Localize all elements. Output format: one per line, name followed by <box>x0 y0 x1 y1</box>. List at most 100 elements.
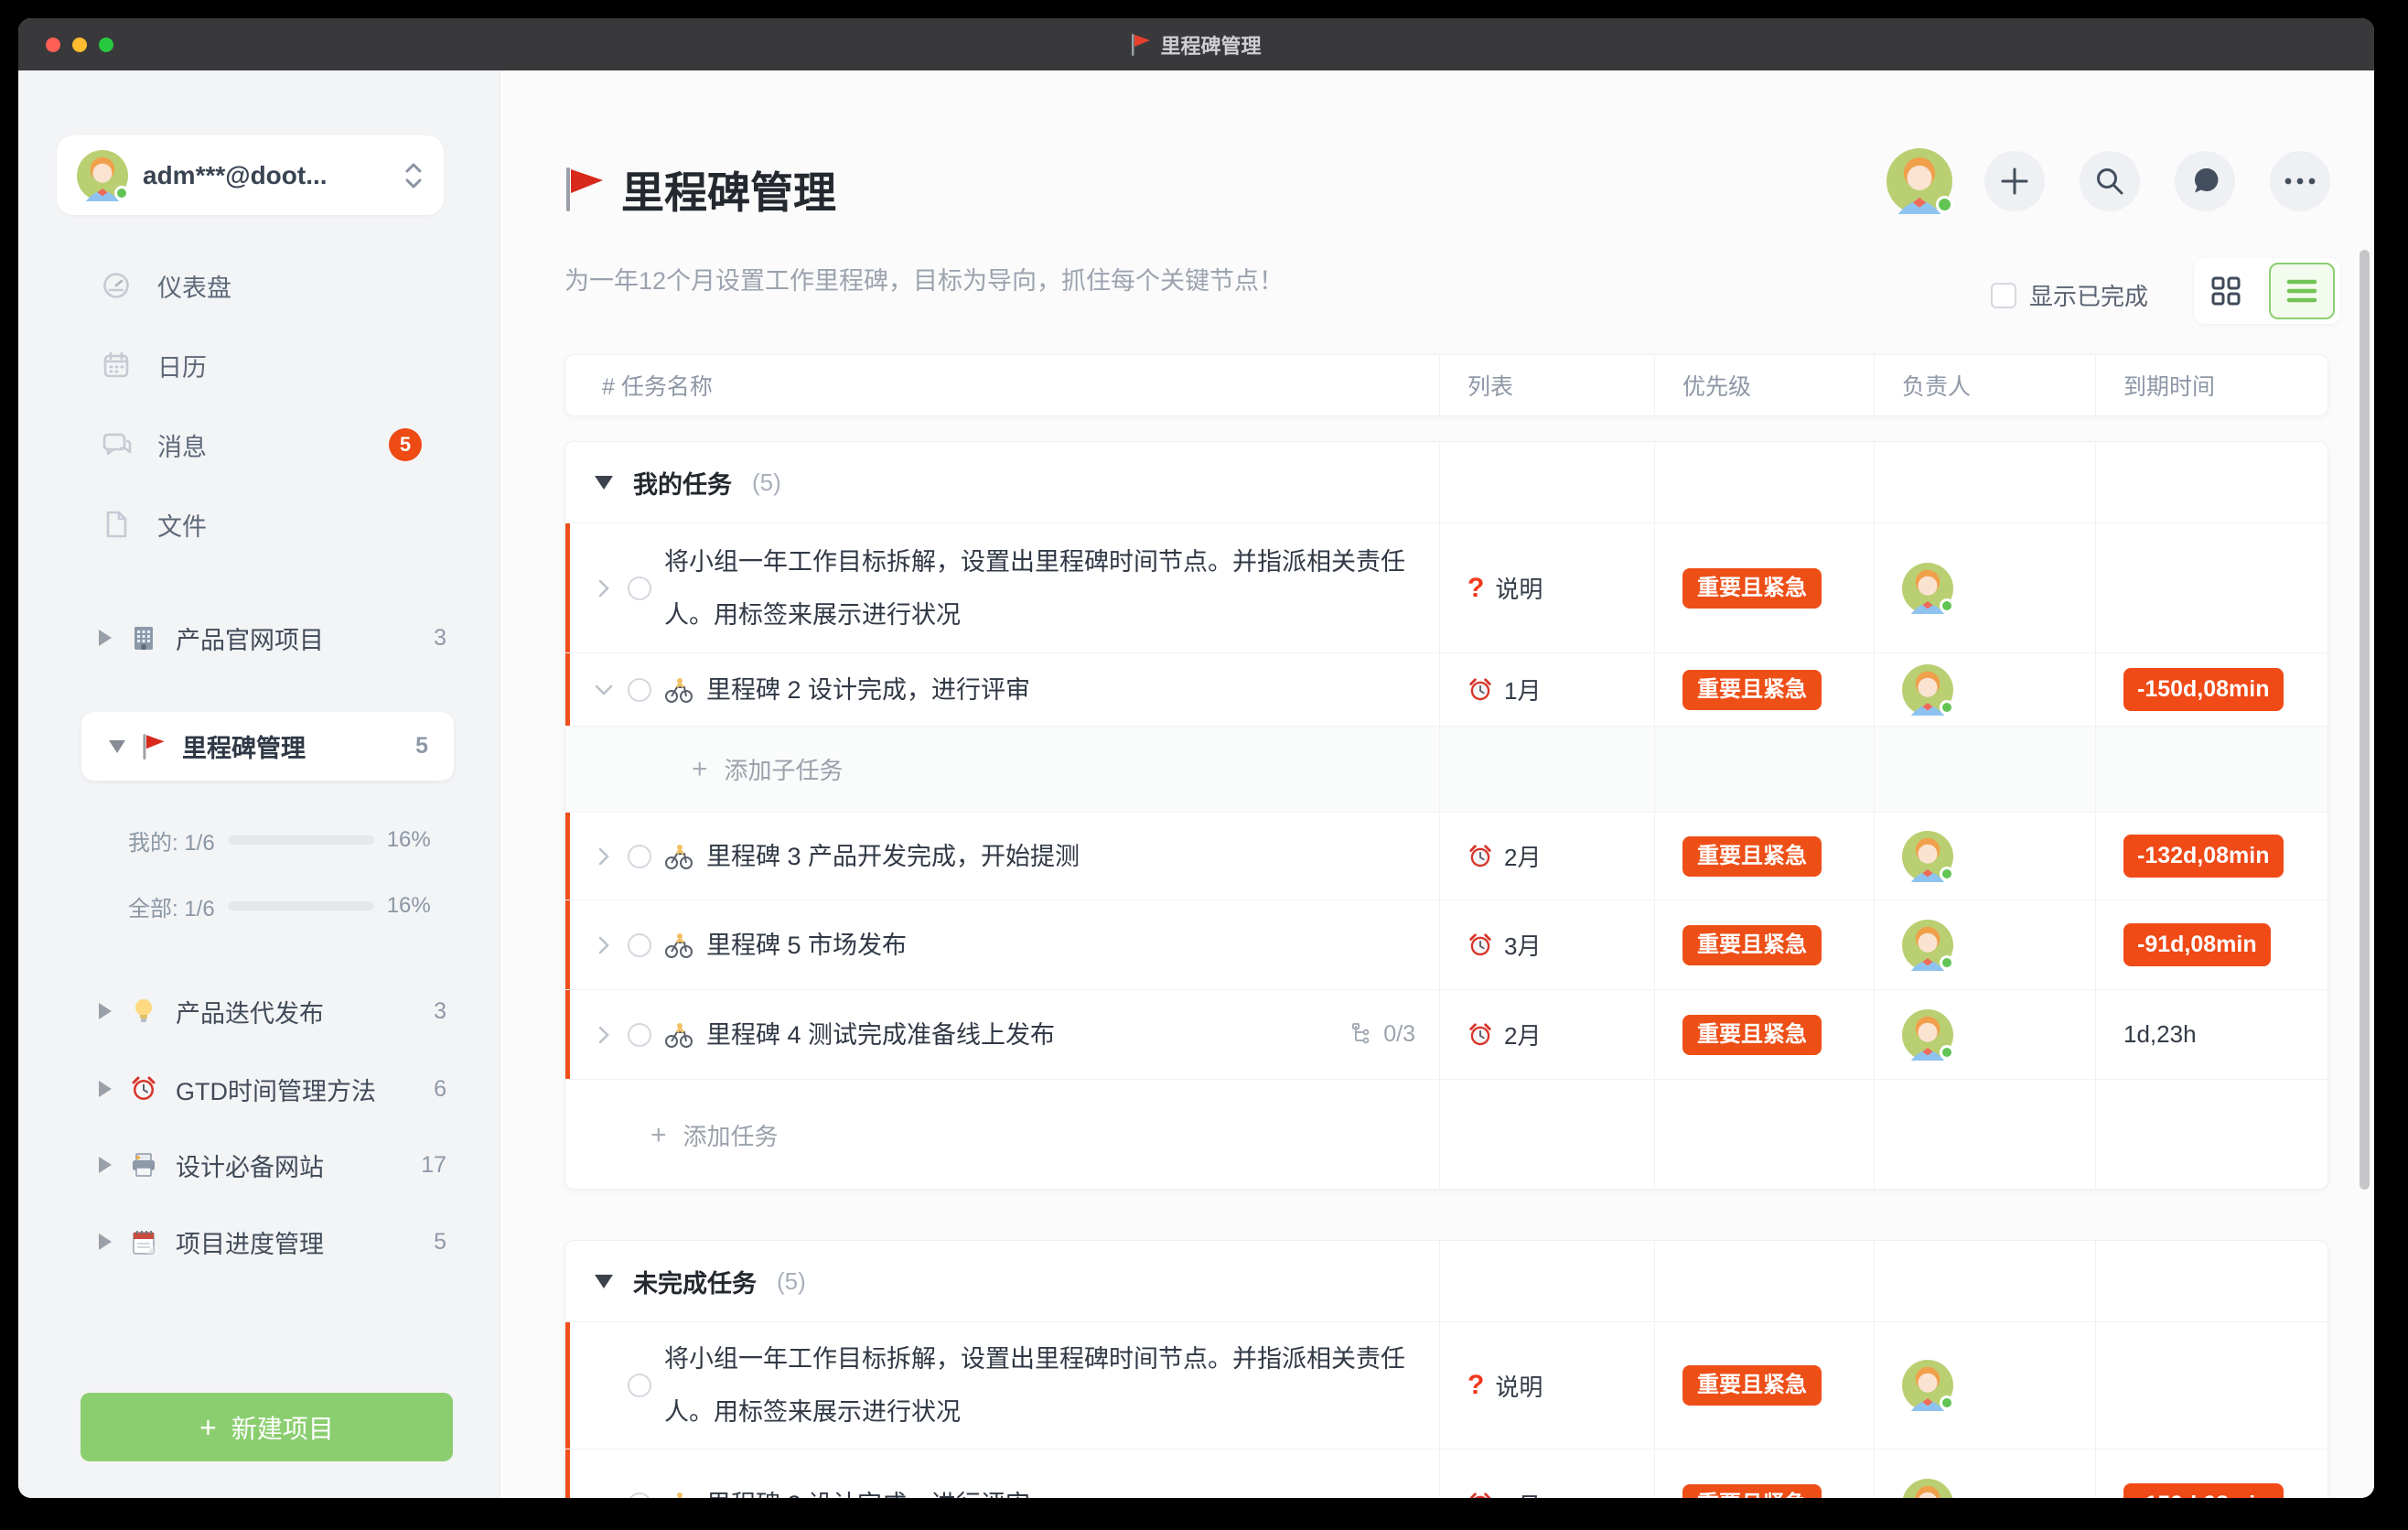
window-title: 里程碑管理 <box>1131 30 1261 59</box>
sidebar-project-gtd[interactable]: GTD时间管理方法 6 <box>18 1060 500 1118</box>
assignee-avatar[interactable] <box>1902 1479 1953 1498</box>
chat-button[interactable] <box>2175 151 2235 211</box>
traffic-lights[interactable] <box>46 18 113 70</box>
task-group-my-tasks: 我的任务 (5) 将小组一年工作目标拆解，设置出里程碑时间节点。并指派相关责任人… <box>564 441 2328 1190</box>
sidebar-project-iteration[interactable]: 产品迭代发布 3 <box>18 982 500 1040</box>
sidebar-item-dashboard[interactable]: 仪表盘 <box>18 256 500 315</box>
task-row[interactable]: 里程碑 5 市场发布 3月 重要且紧急 -91d,08min <box>565 900 2327 989</box>
task-row[interactable]: 里程碑 3 产品开发完成，开始提测 2月 重要且紧急 -132d,08min <box>565 812 2327 900</box>
new-project-button[interactable]: + 新建项目 <box>81 1393 453 1461</box>
progress-bar <box>228 901 374 910</box>
chevron-right-icon[interactable] <box>593 578 615 598</box>
user-avatar[interactable] <box>1887 148 1952 214</box>
alarm-icon <box>128 1075 159 1103</box>
complete-checkbox[interactable] <box>628 1374 651 1397</box>
task-count: 17 <box>421 1152 446 1179</box>
sidebar-project-schedule[interactable]: 项目进度管理 5 <box>18 1212 500 1271</box>
task-row[interactable]: 里程碑 2 设计完成，进行评审 1月 重要且紧急 -150d,08min <box>565 652 2327 726</box>
chevron-right-icon[interactable] <box>593 1025 615 1045</box>
column-due[interactable]: 到期时间 <box>2095 355 2327 415</box>
more-button[interactable] <box>2270 151 2330 211</box>
sidebar-project-milestone-active[interactable]: 里程碑管理 5 <box>81 712 454 781</box>
task-row[interactable]: 将小组一年工作目标拆解，设置出里程碑时间节点。并指派相关责任人。用标签来展示进行… <box>565 1321 2327 1449</box>
chevron-right-icon[interactable] <box>593 846 615 867</box>
priority-badge: 重要且紧急 <box>1682 1015 1822 1055</box>
building-icon <box>128 624 159 652</box>
column-list[interactable]: 列表 <box>1439 355 1654 415</box>
assignee-avatar[interactable] <box>1902 1360 1953 1411</box>
expand-triangle-icon[interactable] <box>99 630 112 646</box>
chevron-right-icon[interactable] <box>593 935 615 955</box>
sidebar-item-files[interactable]: 文件 <box>18 495 500 554</box>
due-badge: -150d,08min <box>2123 1483 2284 1499</box>
task-count: 5 <box>415 733 428 760</box>
grid-view-button[interactable] <box>2210 275 2241 307</box>
sidebar-item-messages[interactable]: 消息 5 <box>18 415 500 474</box>
progress-percent: 16% <box>387 827 431 853</box>
assignee-avatar[interactable] <box>1902 664 1953 716</box>
task-row[interactable]: 里程碑 2 设计完成，进行评审 1月 重要且紧急 -150d,08min <box>565 1449 2327 1498</box>
close-window-button[interactable] <box>46 38 60 52</box>
assignee-avatar[interactable] <box>1902 563 1953 614</box>
column-task-name[interactable]: # 任务名称 <box>565 355 1439 415</box>
account-switcher[interactable]: adm***@doot... <box>57 135 444 215</box>
titlebar: 里程碑管理 <box>18 18 2374 70</box>
complete-checkbox[interactable] <box>628 678 651 702</box>
add-button[interactable] <box>1984 151 2045 211</box>
flag-icon <box>1131 33 1151 57</box>
complete-checkbox[interactable] <box>628 576 651 600</box>
sidebar-project-design-sites[interactable]: 设计必备网站 17 <box>18 1136 500 1194</box>
progress-percent: 16% <box>387 893 431 919</box>
plus-icon: + <box>692 754 708 785</box>
zoom-window-button[interactable] <box>99 38 113 52</box>
vertical-scrollbar[interactable] <box>2360 250 2370 1190</box>
unread-count-badge: 5 <box>389 428 422 461</box>
add-subtask-row[interactable]: + 添加子任务 <box>565 726 2327 812</box>
column-assignee[interactable]: 负责人 <box>1874 355 2095 415</box>
add-task-row[interactable]: + 添加任务 <box>565 1079 2327 1190</box>
assignee-avatar[interactable] <box>1902 920 1953 971</box>
chevron-down-icon[interactable] <box>593 684 615 696</box>
group-header[interactable]: 未完成任务 (5) <box>565 1241 2327 1321</box>
complete-checkbox[interactable] <box>628 845 651 868</box>
show-completed-filter[interactable]: 显示已完成 <box>1991 278 2148 312</box>
all-progress: 全部: 1/6 16% <box>128 891 457 921</box>
complete-checkbox[interactable] <box>628 1492 651 1498</box>
due-badge: -91d,08min <box>2123 923 2271 966</box>
plus-icon: + <box>199 1413 217 1442</box>
chat-bubbles-icon <box>101 430 132 459</box>
my-progress: 我的: 1/6 16% <box>128 825 457 855</box>
expand-triangle-icon[interactable] <box>99 1003 112 1019</box>
minimize-window-button[interactable] <box>72 38 87 52</box>
expand-triangle-icon[interactable] <box>99 1157 112 1173</box>
expand-triangle-icon[interactable] <box>99 1234 112 1250</box>
main-content: 里程碑管理 为一年12个月设置工作里程碑，目标为导向，抓住每个关键节点！ <box>500 70 2374 1498</box>
column-priority[interactable]: 优先级 <box>1654 355 1874 415</box>
task-row[interactable]: 将小组一年工作目标拆解，设置出里程碑时间节点。并指派相关责任人。用标签来展示进行… <box>565 523 2327 652</box>
sidebar-project-website[interactable]: 产品官网项目 3 <box>18 609 500 667</box>
collapse-triangle-icon[interactable] <box>109 740 125 753</box>
calendar-icon <box>101 350 132 380</box>
cyclist-icon <box>664 843 693 870</box>
due-badge: -150d,08min <box>2123 668 2284 711</box>
question-icon: ? <box>1467 573 1484 604</box>
complete-checkbox[interactable] <box>628 1023 651 1047</box>
calendar-page-icon <box>128 1228 159 1255</box>
group-header[interactable]: 我的任务 (5) <box>565 442 2327 523</box>
list-view-button[interactable] <box>2269 263 2335 319</box>
collapse-triangle-icon[interactable] <box>595 1275 613 1288</box>
subtask-tree-icon <box>1350 1023 1374 1047</box>
view-toggle <box>2194 258 2340 324</box>
collapse-triangle-icon[interactable] <box>595 476 613 490</box>
show-completed-checkbox[interactable] <box>1991 283 2016 308</box>
complete-checkbox[interactable] <box>628 933 651 957</box>
expand-triangle-icon[interactable] <box>99 1081 112 1097</box>
assignee-avatar[interactable] <box>1902 831 1953 882</box>
task-row[interactable]: 里程碑 4 测试完成准备线上发布 0/3 2月 重要且紧急 1d,23h <box>565 989 2327 1079</box>
due-time: 1d,23h <box>2123 1020 2197 1049</box>
task-count: 3 <box>434 998 446 1025</box>
search-button[interactable] <box>2080 151 2140 211</box>
assignee-avatar[interactable] <box>1902 1009 1953 1061</box>
app-window: 里程碑管理 adm***@doot... 仪表盘 <box>18 18 2374 1498</box>
sidebar-item-calendar[interactable]: 日历 <box>18 336 500 394</box>
